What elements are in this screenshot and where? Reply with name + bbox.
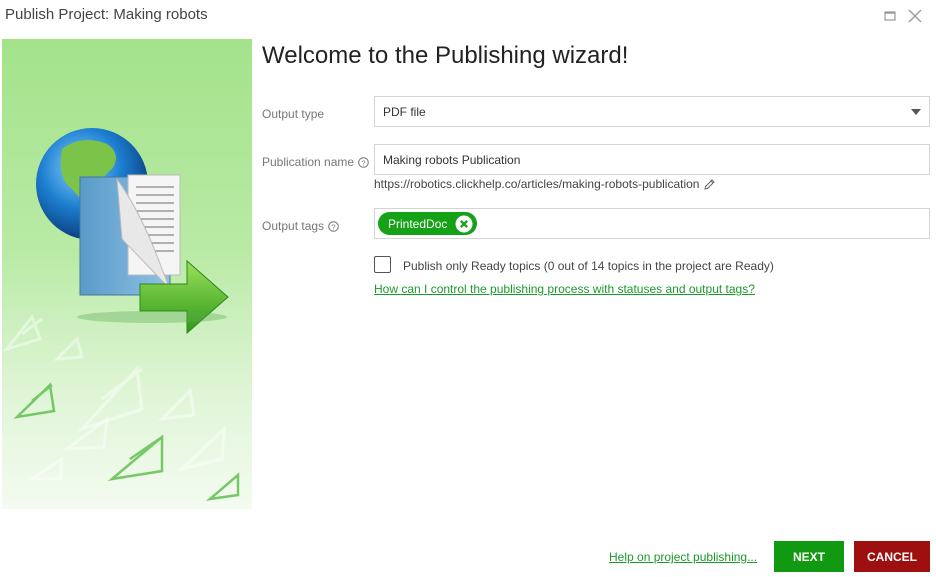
status-help-link[interactable]: How can I control the publishing process… bbox=[374, 282, 755, 296]
publication-name-input[interactable]: Making robots Publication bbox=[374, 144, 930, 175]
close-button[interactable] bbox=[907, 8, 923, 24]
output-tags-label-text: Output tags bbox=[262, 219, 325, 233]
x-circle-icon[interactable] bbox=[455, 215, 473, 233]
ready-only-label[interactable]: Publish only Ready topics (0 out of 14 t… bbox=[403, 259, 774, 273]
output-type-select[interactable]: PDF file bbox=[374, 96, 930, 127]
maximize-icon bbox=[884, 11, 896, 21]
title-bar: Publish Project: Making robots bbox=[0, 0, 936, 32]
maximize-button[interactable] bbox=[882, 8, 898, 24]
publication-name-label-text: Publication name bbox=[262, 155, 355, 169]
output-type-label: Output type bbox=[262, 107, 324, 121]
next-button[interactable]: NEXT bbox=[774, 541, 844, 572]
publication-name-value: Making robots Publication bbox=[383, 152, 521, 167]
caret-down-icon bbox=[911, 109, 921, 115]
publication-url: https://robotics.clickhelp.co/articles/m… bbox=[374, 177, 716, 191]
output-tags-label: Output tags ? bbox=[262, 219, 339, 233]
wizard-heading: Welcome to the Publishing wizard! bbox=[262, 42, 629, 69]
cancel-button[interactable]: CANCEL bbox=[854, 541, 930, 572]
publication-url-text: https://robotics.clickhelp.co/articles/m… bbox=[374, 177, 700, 191]
pencil-icon[interactable] bbox=[703, 178, 716, 191]
output-type-label-text: Output type bbox=[262, 107, 325, 121]
window-title: Publish Project: Making robots bbox=[5, 6, 208, 23]
output-tags-input[interactable]: PrintedDoc bbox=[374, 208, 930, 239]
svg-text:?: ? bbox=[331, 222, 335, 231]
wizard-illustration bbox=[2, 39, 252, 509]
output-type-value: PDF file bbox=[383, 104, 426, 119]
tag-chip: PrintedDoc bbox=[378, 212, 478, 235]
ready-only-checkbox[interactable] bbox=[374, 256, 391, 273]
svg-text:?: ? bbox=[361, 158, 365, 167]
publishing-help-link[interactable]: Help on project publishing... bbox=[609, 550, 757, 564]
question-circle-icon[interactable]: ? bbox=[328, 220, 339, 232]
close-icon bbox=[908, 9, 922, 23]
publish-illustration bbox=[2, 128, 240, 501]
tag-chip-label: PrintedDoc bbox=[388, 216, 448, 231]
publication-name-label: Publication name ? bbox=[262, 155, 369, 169]
question-circle-icon[interactable]: ? bbox=[358, 156, 369, 168]
